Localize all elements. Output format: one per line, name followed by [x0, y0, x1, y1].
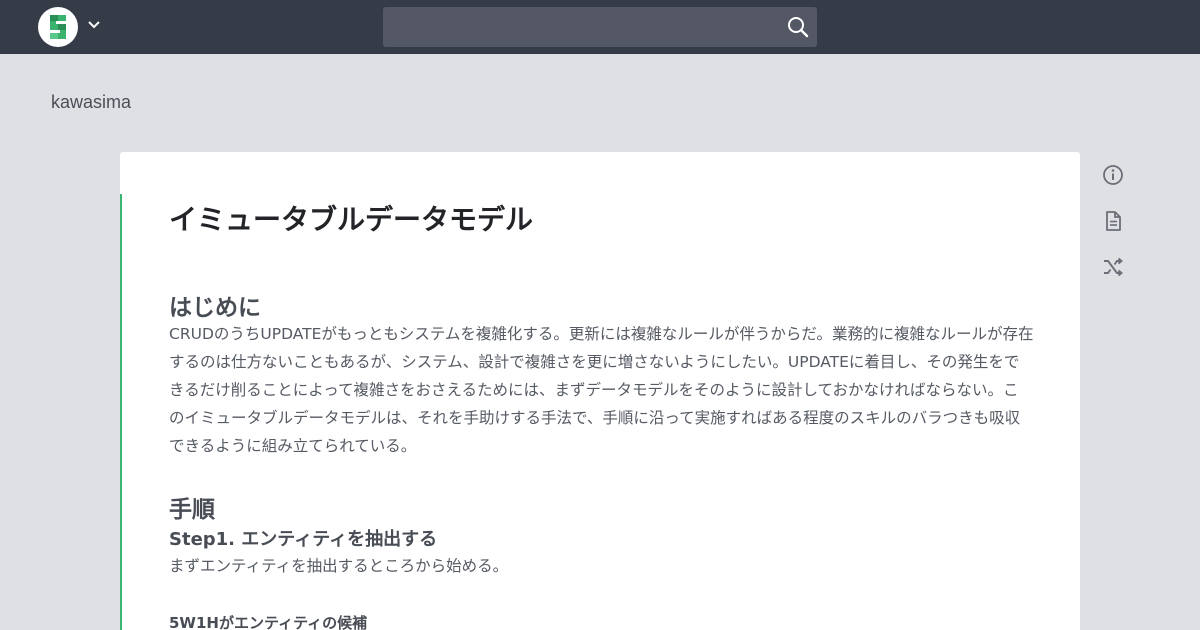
section-heading-steps: 手順 [169, 497, 215, 523]
intro-paragraph: CRUDのうちUPDATEがもっともシステムを複雑化する。更新には複雑なルールが… [169, 325, 1034, 455]
chevron-down-icon[interactable] [86, 17, 102, 33]
document-icon[interactable] [1101, 209, 1125, 233]
esa-logo-icon[interactable] [38, 7, 78, 47]
card-accent-line [120, 194, 122, 630]
step1-paragraph: まずエンティティを抽出するところから始める。 [169, 557, 509, 575]
search-box [383, 7, 817, 47]
team-name[interactable]: kawasima [51, 92, 131, 113]
search-input[interactable] [383, 7, 773, 47]
step1-subheading: 5W1Hがエンティティの候補 [169, 614, 368, 630]
search-icon[interactable] [787, 16, 809, 38]
info-icon[interactable] [1101, 163, 1125, 187]
post-title: イミュータブルデータモデル [169, 203, 534, 236]
step1-heading: Step1. エンティティを抽出する [169, 529, 438, 550]
section-heading-intro: はじめに [169, 295, 261, 321]
post-card: イミュータブルデータモデル はじめに CRUDのうちUPDATEがもっともシステ… [120, 152, 1080, 630]
top-navigation-bar [0, 0, 1200, 54]
shuffle-icon[interactable] [1101, 255, 1125, 279]
